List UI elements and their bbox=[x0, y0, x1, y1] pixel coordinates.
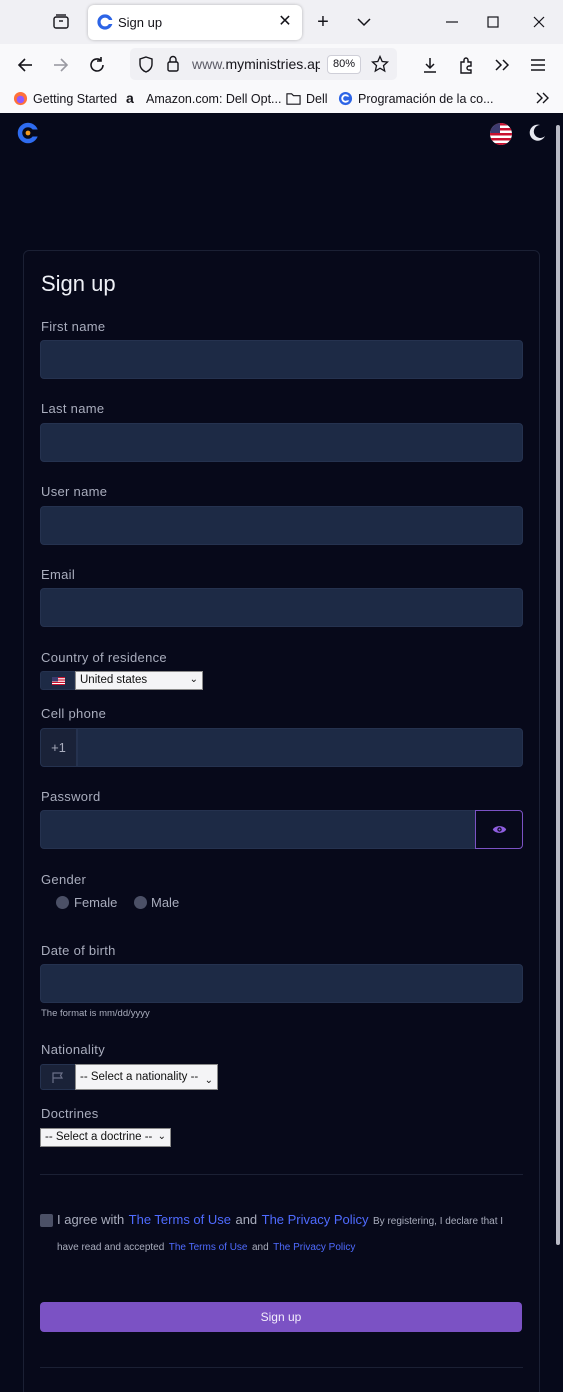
hamburger-menu-icon[interactable] bbox=[526, 53, 550, 77]
us-flag-icon bbox=[490, 123, 512, 145]
phone-prefix: +1 bbox=[40, 728, 77, 767]
signup-card: Sign up First name Last name User name E… bbox=[23, 250, 540, 1392]
doctrine-select[interactable]: -- Select a doctrine -- ⌄ bbox=[40, 1128, 171, 1147]
chevron-down-icon: ⌄ bbox=[157, 1131, 166, 1142]
flag-icon bbox=[52, 1072, 64, 1083]
user-name-label: User name bbox=[41, 484, 108, 499]
privacy-policy-link[interactable]: The Privacy Policy bbox=[262, 1212, 369, 1227]
chevron-down-icon[interactable] bbox=[353, 11, 375, 33]
email-input[interactable] bbox=[40, 588, 523, 627]
site-favicon-icon bbox=[97, 14, 113, 30]
first-name-input[interactable] bbox=[40, 340, 523, 379]
new-tab-button[interactable]: + bbox=[312, 11, 334, 33]
close-tab-icon[interactable]: ✕ bbox=[276, 13, 294, 31]
chevron-down-icon: ⌄ bbox=[189, 674, 198, 685]
downloads-icon[interactable] bbox=[418, 53, 442, 77]
email-label: Email bbox=[41, 567, 76, 582]
folder-icon bbox=[286, 93, 301, 105]
form-divider bbox=[40, 1174, 523, 1175]
gender-label: Gender bbox=[41, 872, 87, 887]
chevron-down-icon: ⌄ bbox=[204, 1075, 213, 1086]
privacy-policy-link-small[interactable]: The Privacy Policy bbox=[273, 1242, 355, 1253]
web-page: Sign up First name Last name User name E… bbox=[0, 113, 563, 1392]
url-bar[interactable]: www.myministries.ap 80% bbox=[130, 48, 397, 80]
tab-sign-up[interactable]: Sign up ✕ bbox=[88, 5, 302, 40]
extensions-icon[interactable] bbox=[454, 53, 478, 77]
last-name-label: Last name bbox=[41, 401, 105, 416]
date-of-birth-input[interactable] bbox=[40, 964, 523, 1003]
tab-bar: Sign up ✕ + bbox=[0, 0, 563, 44]
bookmark-programacion[interactable]: Programación de la co... bbox=[338, 91, 494, 106]
last-name-input[interactable] bbox=[40, 423, 523, 462]
firefox-view-button[interactable] bbox=[48, 10, 74, 34]
lock-icon[interactable] bbox=[166, 55, 180, 72]
maximize-icon[interactable] bbox=[481, 10, 505, 34]
country-select[interactable]: United states ⌄ bbox=[75, 671, 203, 690]
navigation-toolbar: www.myministries.ap 80% bbox=[0, 44, 563, 86]
language-flag-button[interactable] bbox=[490, 123, 512, 145]
gender-female-radio[interactable] bbox=[56, 896, 69, 909]
reload-icon[interactable] bbox=[85, 53, 109, 77]
sign-up-button[interactable]: Sign up bbox=[40, 1302, 522, 1332]
bookmark-getting-started[interactable]: Getting Started bbox=[13, 91, 117, 106]
footer-divider bbox=[40, 1367, 523, 1368]
tab-list-icon bbox=[53, 14, 69, 29]
terms-of-use-link[interactable]: The Terms of Use bbox=[129, 1212, 231, 1227]
password-label: Password bbox=[41, 789, 101, 804]
gender-male-radio[interactable] bbox=[134, 896, 147, 909]
terms-of-use-link-small[interactable]: The Terms of Use bbox=[169, 1242, 248, 1253]
tab-title: Sign up bbox=[118, 15, 163, 30]
toggle-password-visibility-button[interactable] bbox=[475, 810, 523, 849]
nationality-select[interactable]: -- Select a nationality -- ⌄ bbox=[75, 1064, 218, 1090]
terms-agreement-text: I agree with The Terms of Use and The Pr… bbox=[57, 1212, 504, 1253]
bookmark-star-icon[interactable] bbox=[371, 55, 389, 73]
gender-female-label[interactable]: Female bbox=[74, 895, 117, 910]
firefox-icon bbox=[13, 91, 28, 106]
app-logo-icon[interactable] bbox=[17, 121, 39, 145]
eye-icon bbox=[492, 826, 507, 833]
first-name-label: First name bbox=[41, 319, 106, 334]
amazon-icon: a bbox=[126, 90, 134, 106]
nationality-flag-addon bbox=[40, 1064, 76, 1090]
overflow-menu-icon[interactable] bbox=[490, 53, 514, 77]
url-text[interactable]: www.myministries.ap bbox=[192, 56, 320, 72]
shield-icon[interactable] bbox=[138, 56, 154, 73]
dark-mode-moon-icon[interactable] bbox=[527, 123, 547, 143]
window-close-icon[interactable] bbox=[527, 10, 551, 34]
us-flag-icon bbox=[52, 677, 65, 685]
zoom-level-badge[interactable]: 80% bbox=[327, 55, 361, 74]
scrollbar[interactable] bbox=[556, 125, 560, 1245]
agree-terms-checkbox[interactable] bbox=[40, 1214, 53, 1227]
doctrines-label: Doctrines bbox=[41, 1106, 99, 1121]
bookmarks-toolbar: Getting Started a Amazon.com: Dell Opt..… bbox=[0, 86, 563, 113]
cell-phone-label: Cell phone bbox=[41, 706, 107, 721]
country-flag-addon bbox=[40, 671, 75, 690]
bookmark-folder-dell[interactable]: Dell bbox=[286, 91, 328, 106]
date-format-help: The format is mm/dd/yyyy bbox=[41, 1008, 150, 1019]
date-of-birth-label: Date of birth bbox=[41, 943, 116, 958]
nationality-label: Nationality bbox=[41, 1042, 105, 1057]
site-favicon-icon bbox=[338, 91, 353, 106]
password-input[interactable] bbox=[40, 810, 476, 849]
cell-phone-input[interactable] bbox=[77, 728, 523, 767]
forward-arrow-icon[interactable] bbox=[49, 53, 73, 77]
gender-male-label[interactable]: Male bbox=[151, 895, 179, 910]
browser-chrome: Sign up ✕ + www.myministries.ap 80% Gett… bbox=[0, 0, 563, 113]
bookmark-amazon[interactable]: a Amazon.com: Dell Opt... bbox=[126, 91, 281, 106]
minimize-icon[interactable] bbox=[440, 10, 464, 34]
user-name-input[interactable] bbox=[40, 506, 523, 545]
page-title: Sign up bbox=[41, 271, 116, 296]
bookmarks-overflow-icon[interactable] bbox=[534, 90, 550, 106]
country-label: Country of residence bbox=[41, 650, 167, 665]
back-arrow-icon[interactable] bbox=[13, 53, 37, 77]
